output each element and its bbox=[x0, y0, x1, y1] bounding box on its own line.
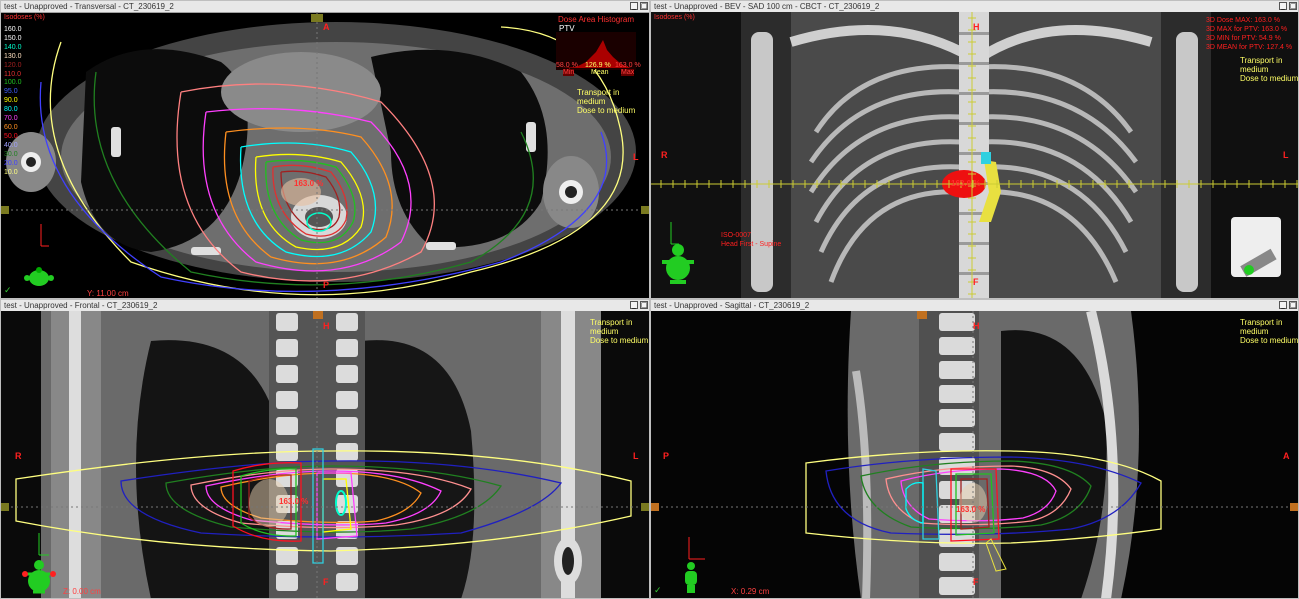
isodose-level: 70.0 bbox=[4, 115, 18, 123]
sagittal-view[interactable]: Transport in medium Dose to medium H F P A… bbox=[651, 311, 1298, 598]
orientation-P: P bbox=[663, 451, 670, 461]
orientation-F: F bbox=[973, 277, 979, 287]
dose-max-stat: 3D Dose MAX: 163.0 % bbox=[1206, 17, 1280, 24]
patient-orientation-figure bbox=[24, 267, 54, 286]
isodose-level: 140.0 bbox=[4, 43, 22, 51]
frontal-pane[interactable]: test - Unapproved - Frontal - CT_230619_… bbox=[0, 299, 650, 599]
isodose-level: 160.0 bbox=[4, 26, 22, 33]
transport-note: Transport in medium Dose to medium bbox=[1240, 56, 1299, 83]
ptv-max-stat: 3D MAX for PTV: 163.0 % bbox=[1206, 26, 1288, 33]
transversal-pane[interactable]: test - Unapproved - Transversal - CT_230… bbox=[0, 0, 650, 299]
dvh-min-label: Min bbox=[563, 69, 575, 76]
transport-note: Transport in medium Dose to medium bbox=[1240, 318, 1299, 345]
hotspot-label: 163.0 % bbox=[294, 179, 324, 188]
orientation-L: L bbox=[1283, 150, 1289, 160]
isodose-level: 40.0 bbox=[4, 141, 18, 149]
dvh-min-value: 58.0 % bbox=[556, 62, 578, 69]
dvh-mean-value: 126.9 % bbox=[585, 62, 611, 69]
isodose-level: 100.0 bbox=[4, 79, 22, 87]
orientation-L: L bbox=[633, 152, 639, 162]
isodose-level: 120.0 bbox=[4, 61, 22, 69]
dvh-max-label: Max bbox=[621, 69, 635, 76]
slice-coordinate: X: 0.29 cm bbox=[731, 587, 770, 596]
bev-pane[interactable]: test - Unapproved - BEV - SAD 100 cm - C… bbox=[650, 0, 1299, 299]
patient-position-label: Head First - Supine bbox=[721, 241, 782, 248]
dvh-structure: PTV bbox=[559, 24, 575, 33]
transport-note: Transport in medium Dose to medium bbox=[590, 318, 649, 345]
orientation-axes-icon bbox=[38, 533, 49, 556]
minimize-button[interactable]: _ bbox=[630, 2, 638, 10]
minimize-button[interactable]: _ bbox=[630, 301, 638, 309]
frontal-view[interactable]: Transport in medium Dose to medium H F R L… bbox=[1, 311, 649, 598]
isodose-level: 60.0 bbox=[4, 123, 18, 131]
slice-coordinate: Z: 0.00 cm bbox=[63, 587, 101, 596]
orientation-A: A bbox=[1283, 451, 1290, 461]
approved-check-icon: ✓ bbox=[654, 586, 662, 596]
transversal-view[interactable]: Dose Area Histogram PTV 58.0 % 126.9 % 1… bbox=[1, 12, 649, 298]
maximize-button[interactable]: □ bbox=[1289, 2, 1297, 10]
orientation-R: R bbox=[15, 451, 22, 461]
isodose-header: Isodoses (%) bbox=[654, 14, 695, 21]
transversal-image bbox=[1, 12, 649, 298]
isodose-level: 95.0 bbox=[4, 88, 18, 96]
orientation-A: A bbox=[323, 22, 330, 32]
patient-orientation-figure bbox=[662, 244, 694, 284]
approved-check-icon: ✓ bbox=[4, 286, 12, 296]
frontal-image bbox=[1, 311, 649, 598]
sagittal-image bbox=[651, 311, 1298, 598]
hotspot-label: 163.0 % bbox=[279, 497, 309, 506]
isodose-legend: 160.0 150.0 140.0 130.0 120.0 110.0 100.0 95.0 9… bbox=[4, 26, 22, 177]
isodose-level: 80.0 bbox=[4, 106, 18, 114]
isodose-level: 110.0 bbox=[4, 70, 21, 78]
isodose-level: 20.0 bbox=[4, 159, 18, 167]
orientation-H: H bbox=[323, 321, 330, 331]
orientation-P: P bbox=[323, 280, 330, 290]
hotspot-label: 163.0 % bbox=[951, 179, 981, 188]
isodose-level: 150.0 bbox=[4, 34, 22, 42]
orientation-H: H bbox=[973, 22, 980, 32]
orientation-axes-icon bbox=[688, 537, 705, 560]
dvh-title: Dose Area Histogram bbox=[558, 15, 635, 24]
orientation-F: F bbox=[973, 577, 979, 587]
drr-image bbox=[651, 12, 1298, 298]
orientation-R: R bbox=[661, 150, 668, 160]
ptv-mean-stat: 3D MEAN for PTV: 127.4 % bbox=[1206, 44, 1293, 51]
maximize-button[interactable]: □ bbox=[640, 2, 648, 10]
isodose-level: 130.0 bbox=[4, 52, 22, 60]
iso-center-label: ISO-0007 bbox=[721, 232, 751, 239]
minimize-button[interactable]: _ bbox=[1279, 301, 1287, 309]
dvh-mean-label: Mean bbox=[591, 69, 609, 76]
isodose-level: 50.0 bbox=[4, 132, 18, 140]
minimize-button[interactable]: _ bbox=[1279, 2, 1287, 10]
slice-coordinate: Y: 11.00 cm bbox=[87, 289, 129, 298]
orientation-axes-icon bbox=[670, 222, 679, 245]
maximize-button[interactable]: □ bbox=[640, 301, 648, 309]
maximize-button[interactable]: □ bbox=[1289, 301, 1297, 309]
ptv-min-stat: 3D MIN for PTV: 54.9 % bbox=[1206, 35, 1281, 42]
hotspot-label: 163.0 % bbox=[956, 505, 986, 514]
transport-note: Transport in medium Dose to medium bbox=[577, 88, 636, 115]
orientation-F: F bbox=[323, 577, 329, 587]
bev-view[interactable]: Isodoses (%) 3D Dose MAX: 163.0 % 3D MAX… bbox=[651, 12, 1298, 298]
dvh-max-value: 163.0 % bbox=[615, 62, 641, 69]
patient-orientation-figure bbox=[22, 560, 56, 594]
orientation-axes-icon bbox=[40, 224, 49, 247]
orientation-H: H bbox=[973, 321, 980, 331]
isodose-header: Isodoses (%) bbox=[4, 14, 45, 21]
isodose-level: 90.0 bbox=[4, 97, 18, 105]
sagittal-pane[interactable]: test - Unapproved - Sagittal - CT_230619… bbox=[650, 299, 1299, 599]
isodose-level: 10.0 bbox=[4, 168, 18, 176]
orientation-L: L bbox=[633, 451, 639, 461]
isodose-level: 30.0 bbox=[4, 150, 18, 158]
